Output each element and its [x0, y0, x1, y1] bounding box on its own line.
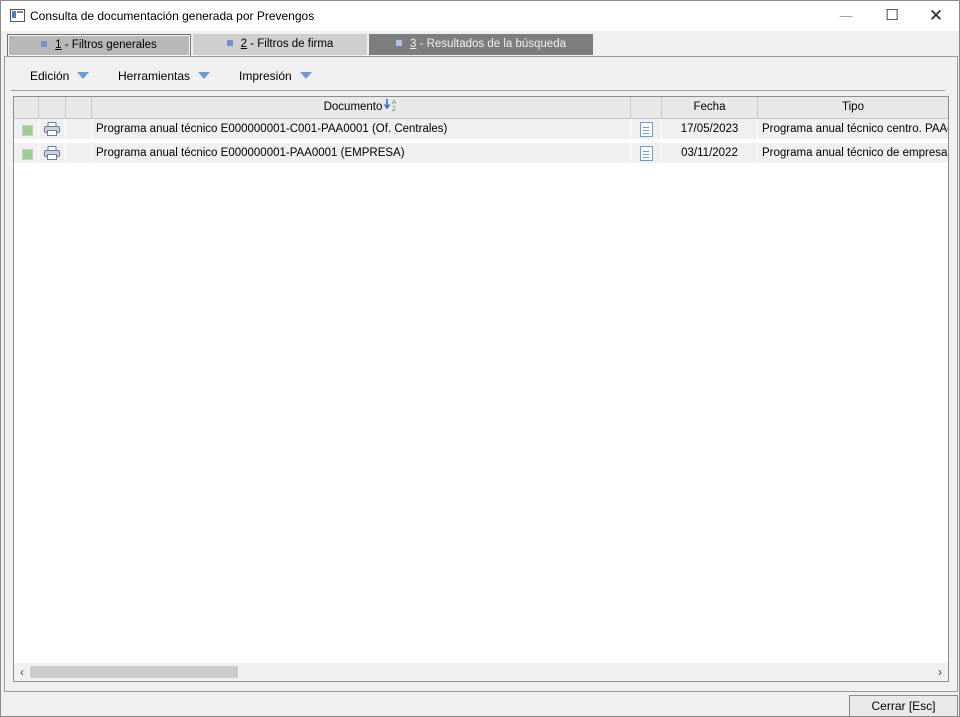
maximize-button[interactable]: ☐ — [869, 1, 915, 31]
row-checkbox[interactable] — [22, 125, 33, 136]
print-cell[interactable] — [39, 119, 66, 141]
printer-icon[interactable] — [44, 122, 60, 136]
app-window-icon — [10, 9, 25, 22]
blank-cell — [66, 119, 92, 141]
menu-label: Edición — [30, 69, 70, 83]
document-icon[interactable] — [640, 122, 653, 137]
horizontal-scrollbar[interactable]: ‹ › — [14, 663, 948, 681]
row-checkbox[interactable] — [22, 149, 33, 160]
header-blank-column[interactable] — [66, 97, 92, 119]
close-button[interactable]: Cerrar [Esc] — [849, 695, 958, 717]
tab-label: - Resultados de la búsqueda — [416, 38, 566, 50]
tab-filtros-firma[interactable]: 2 - Filtros de firma — [193, 34, 367, 55]
title-bar: Consulta de documentación generada por P… — [1, 1, 959, 31]
svg-text:A: A — [392, 100, 396, 106]
tab-resultados-busqueda[interactable]: 3 - Resultados de la búsqueda — [369, 34, 593, 55]
scrollbar-thumb[interactable] — [30, 666, 238, 678]
scroll-right-icon[interactable]: › — [932, 663, 948, 681]
header-print-column[interactable] — [39, 97, 66, 119]
header-fecha[interactable]: Fecha — [662, 97, 758, 119]
menu-label: Herramientas — [118, 69, 191, 83]
minimize-button[interactable]: — — [823, 1, 869, 31]
header-check-column[interactable] — [14, 97, 39, 119]
menu-label: Impresión — [239, 69, 292, 83]
scroll-left-icon[interactable]: ‹ — [14, 663, 30, 681]
menu-impresion[interactable]: Impresión — [239, 69, 312, 83]
row-checkbox-cell[interactable] — [14, 119, 39, 141]
table-row[interactable]: Programa anual técnico E000000001-PAA000… — [14, 143, 948, 165]
tab-square-icon — [41, 41, 48, 47]
tab-label: - Filtros generales — [61, 39, 157, 51]
svg-text:Z: Z — [392, 107, 396, 112]
chevron-down-icon — [198, 72, 211, 79]
blank-cell — [66, 143, 92, 165]
fecha-cell[interactable]: 17/05/2023 — [662, 119, 758, 141]
results-table: Documento A Z Fecha Tipo Programa anual té… — [13, 96, 949, 682]
menu-bar: Edición Herramientas Impresión — [5, 57, 957, 91]
documento-cell[interactable]: Programa anual técnico E000000001-C001-P… — [92, 119, 631, 141]
header-doc-icon-column[interactable] — [631, 97, 662, 119]
main-window: Consulta de documentación generada por P… — [0, 0, 960, 717]
printer-icon[interactable] — [44, 146, 60, 160]
menu-divider — [11, 90, 945, 91]
menu-herramientas[interactable]: Herramientas — [118, 69, 211, 83]
header-tipo[interactable]: Tipo — [758, 97, 948, 119]
sort-ascending-icon: AZ — [384, 99, 396, 112]
tipo-cell[interactable]: Programa anual técnico de empresa. PAAe — [758, 143, 948, 165]
tab-square-icon — [226, 40, 233, 46]
print-cell[interactable] — [39, 143, 66, 165]
tab-filtros-generales[interactable]: 1 - Filtros generales — [7, 34, 191, 57]
row-checkbox-cell[interactable] — [14, 143, 39, 165]
doc-icon-cell[interactable] — [631, 119, 662, 141]
header-label: Documento — [323, 101, 383, 113]
document-icon[interactable] — [640, 146, 653, 161]
fecha-cell[interactable]: 03/11/2022 — [662, 143, 758, 165]
close-window-button[interactable]: ✕ — [913, 1, 959, 31]
chevron-down-icon — [299, 72, 312, 79]
tab-label: - Filtros de firma — [247, 38, 334, 50]
tab-panel: Edición Herramientas Impresión Documento… — [4, 56, 958, 692]
window-title: Consulta de documentación generada por P… — [30, 9, 315, 23]
tab-square-icon — [395, 40, 402, 46]
documento-cell[interactable]: Programa anual técnico E000000001-PAA000… — [92, 143, 631, 165]
table-row[interactable]: Programa anual técnico E000000001-C001-P… — [14, 119, 948, 141]
menu-edicion[interactable]: Edición — [30, 69, 90, 83]
chevron-down-icon — [77, 72, 90, 79]
header-documento[interactable]: Documento A Z — [92, 97, 631, 119]
tipo-cell[interactable]: Programa anual técnico centro. PAAc — [758, 119, 948, 141]
doc-icon-cell[interactable] — [631, 143, 662, 165]
